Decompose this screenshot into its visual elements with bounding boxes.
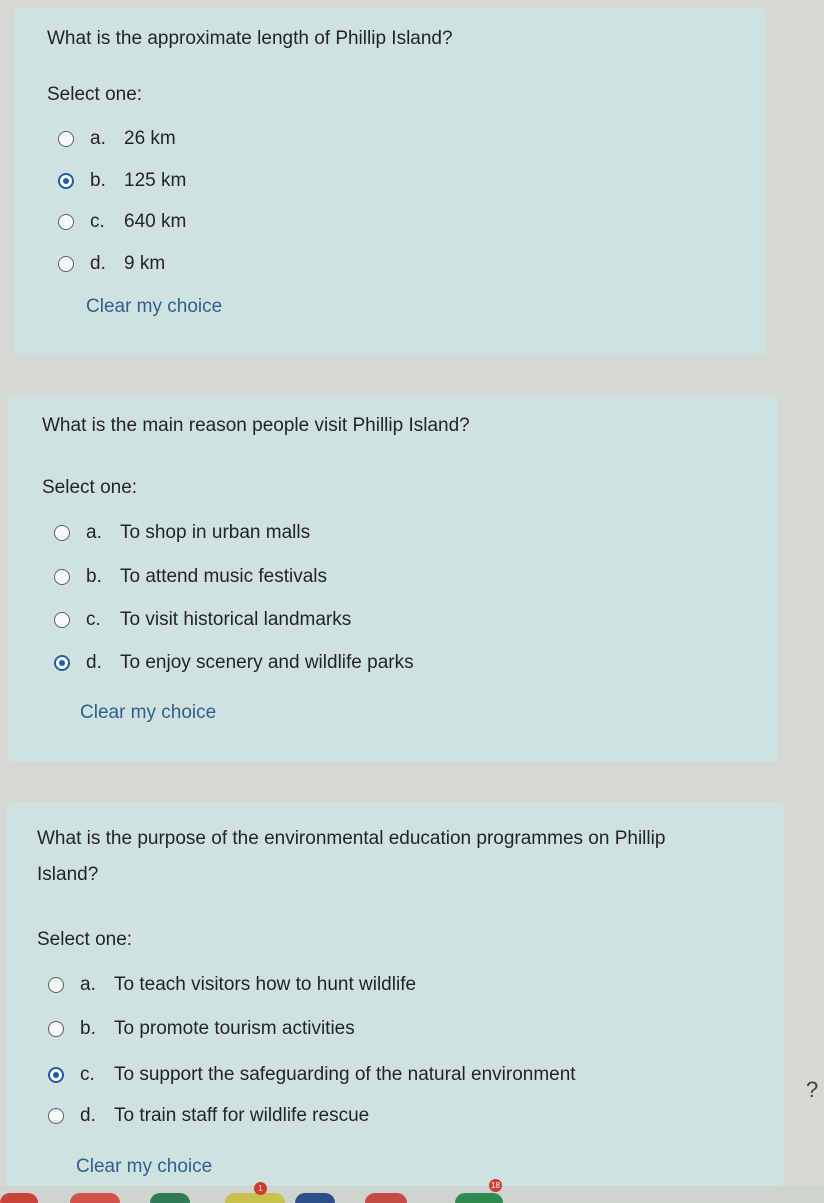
option-c[interactable]: c. 640 km [58,209,186,235]
taskbar-app-icon[interactable] [455,1193,503,1203]
option-label: To train staff for wildlife rescue [114,1105,370,1126]
radio-button[interactable] [48,1021,64,1037]
option-label: 125 km [124,170,187,191]
option-label: 9 km [124,253,166,274]
option-label: To teach visitors how to hunt wildlife [114,974,417,995]
option-a[interactable]: a. To shop in urban malls [54,520,310,546]
option-letter: c. [86,609,101,630]
option-b[interactable]: b. To attend music festivals [54,564,327,590]
option-d[interactable]: d. 9 km [58,251,165,277]
notification-badge: 1 [254,1182,267,1195]
clear-choice-link[interactable]: Clear my choice [76,1156,212,1178]
select-one-label: Select one: [47,84,143,105]
option-letter: d. [80,1105,96,1126]
question-text: What is the approximate length of Philli… [47,28,453,49]
option-a[interactable]: a. To teach visitors how to hunt wildlif… [48,972,416,998]
radio-button-selected[interactable] [54,655,70,671]
question-text-line-1: What is the purpose of the environmental… [37,828,666,849]
option-a[interactable]: a. 26 km [58,126,176,152]
question-text: What is the main reason people visit Phi… [42,415,470,436]
radio-button[interactable] [48,977,64,993]
option-label: To promote tourism activities [114,1018,355,1039]
option-letter: a. [80,974,96,995]
option-letter: b. [86,566,102,587]
clear-choice-link[interactable]: Clear my choice [80,702,216,724]
option-label: To shop in urban malls [120,522,311,543]
taskbar-strip: 1 18 [0,1179,824,1203]
radio-button[interactable] [54,569,70,585]
option-letter: a. [86,522,102,543]
option-letter: b. [80,1018,96,1039]
option-d[interactable]: d. To train staff for wildlife rescue [48,1103,369,1129]
option-letter: c. [90,211,105,232]
clear-choice-link[interactable]: Clear my choice [86,296,222,318]
radio-button[interactable] [54,612,70,628]
question-card-3: What is the purpose of the environmental… [6,802,784,1186]
option-d[interactable]: d. To enjoy scenery and wildlife parks [54,650,414,676]
radio-button[interactable] [58,131,74,147]
option-letter: c. [80,1064,95,1085]
taskbar-app-icon[interactable] [70,1193,120,1203]
taskbar-app-icon[interactable] [0,1193,38,1203]
taskbar-app-icon[interactable] [225,1193,285,1203]
radio-button[interactable] [58,256,74,272]
select-one-label: Select one: [37,929,133,950]
select-one-label: Select one: [42,477,138,498]
option-label: To visit historical landmarks [120,609,352,630]
radio-button[interactable] [58,214,74,230]
option-letter: d. [86,652,102,673]
option-label: 26 km [124,128,176,149]
option-label: To support the safeguarding of the natur… [114,1064,576,1085]
notification-badge: 18 [489,1179,502,1192]
question-text-line-2: Island? [37,864,99,885]
radio-button-selected[interactable] [48,1067,64,1083]
taskbar-app-icon[interactable] [365,1193,407,1203]
taskbar-app-icon[interactable] [295,1193,335,1203]
option-label: To attend music festivals [120,566,327,587]
radio-button[interactable] [54,525,70,541]
radio-button-selected[interactable] [58,173,74,189]
option-b[interactable]: b. To promote tourism activities [48,1016,355,1042]
option-c[interactable]: c. To visit historical landmarks [54,607,351,633]
option-letter: a. [90,128,106,149]
question-card-2: What is the main reason people visit Phi… [8,395,778,762]
option-b[interactable]: b. 125 km [58,168,186,194]
taskbar-app-icon[interactable] [150,1193,190,1203]
option-label: 640 km [124,211,187,232]
radio-button[interactable] [48,1108,64,1124]
option-letter: b. [90,170,106,191]
question-card-1: What is the approximate length of Philli… [14,8,766,355]
option-letter: d. [90,253,106,274]
option-c[interactable]: c. To support the safeguarding of the na… [48,1062,576,1088]
option-label: To enjoy scenery and wildlife parks [120,652,414,673]
help-icon[interactable]: ? [806,1077,818,1103]
